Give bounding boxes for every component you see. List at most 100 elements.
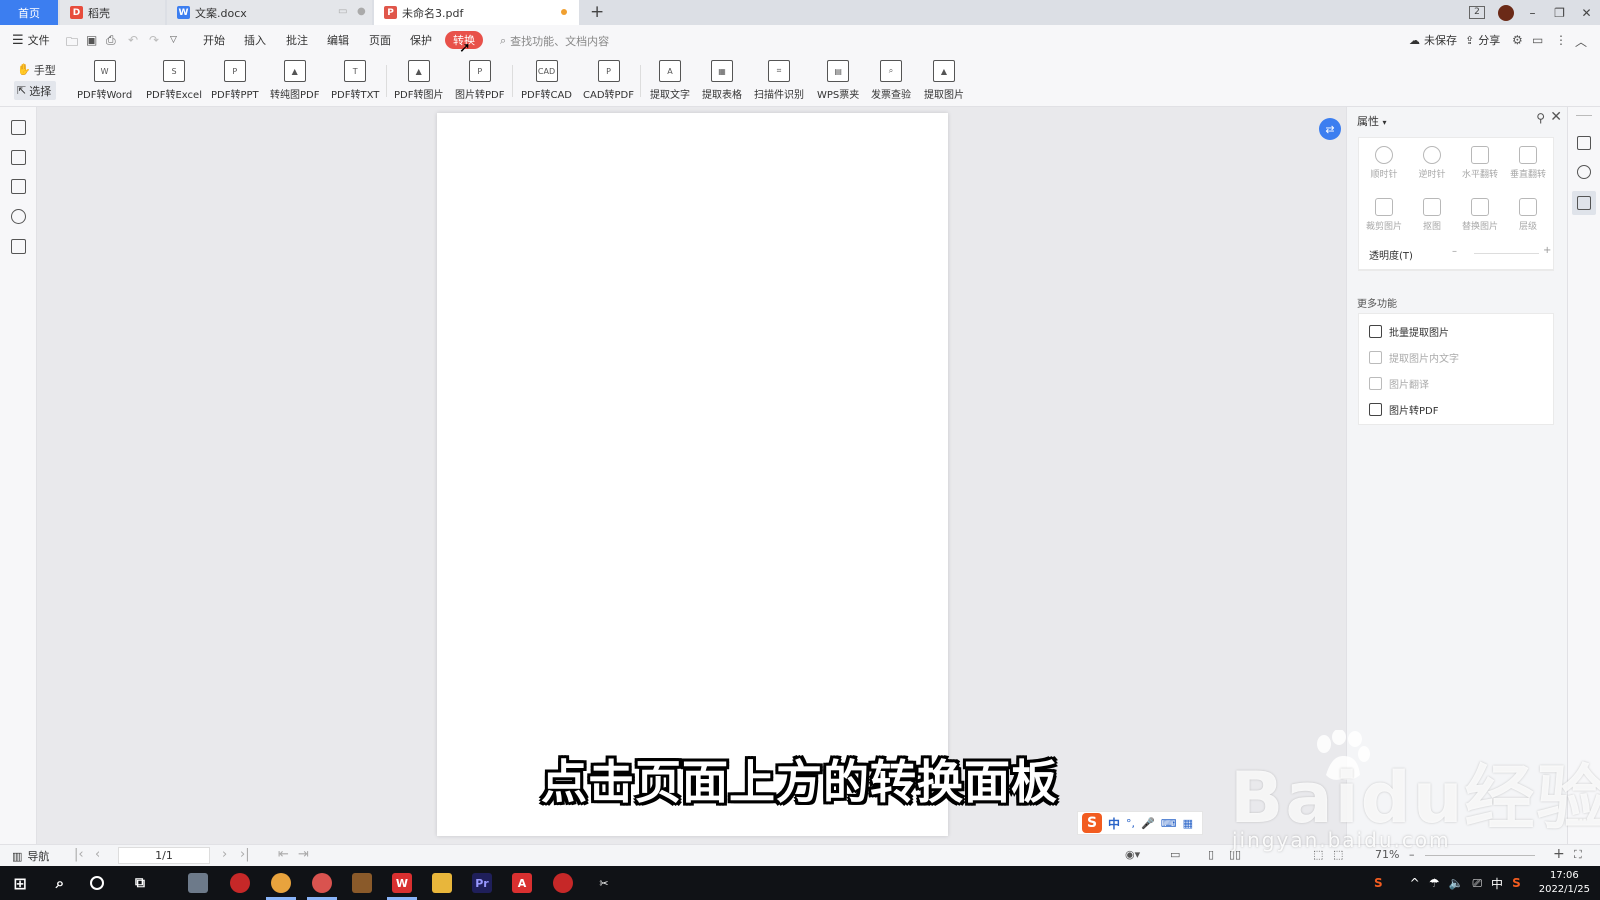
taskbar-app-icon[interactable]	[188, 873, 208, 893]
windows-start-icon[interactable]: ⊞	[10, 873, 30, 893]
menu-protect[interactable]: 保护	[410, 25, 432, 55]
properties-sliders-icon[interactable]	[1577, 196, 1591, 210]
unsaved-button[interactable]: ☁ 未保存	[1409, 25, 1457, 55]
navigation-toggle[interactable]: ▥ 导航	[12, 848, 49, 864]
pin-icon[interactable]: ⚲	[1536, 111, 1545, 125]
tab-preview-icon[interactable]: ▭	[338, 6, 347, 17]
collapse-ribbon-icon[interactable]: ︿	[1575, 33, 1587, 50]
pdf-to-excel-button[interactable]: S PDF转Excel	[146, 58, 202, 104]
pdf-page[interactable]	[437, 113, 948, 836]
tab-pdf-active[interactable]: P 未命名3.pdf	[374, 0, 579, 25]
replace-image-button[interactable]: 替换图片	[1457, 198, 1503, 232]
back-view-icon[interactable]: ⇤	[278, 847, 289, 862]
image-to-pdf-item[interactable]: 图片转PDF	[1369, 402, 1438, 417]
capcut-icon[interactable]: ✂	[594, 873, 614, 893]
menu-edit[interactable]: 编辑	[327, 25, 349, 55]
thumbnail-icon[interactable]	[11, 150, 26, 165]
translate-panel-icon[interactable]	[1577, 136, 1591, 150]
comment-icon[interactable]: ▭	[1532, 33, 1543, 47]
batch-extract-images-item[interactable]: 批量提取图片	[1369, 324, 1449, 339]
image-to-pdf-button[interactable]: P 图片转PDF	[455, 58, 504, 104]
search-input[interactable]: ⌕ 查找功能、文档内容	[500, 33, 609, 49]
tab-close-dot-icon[interactable]: ●	[357, 6, 366, 17]
to-image-pdf-button[interactable]: ▲ 转纯图PDF	[270, 58, 319, 104]
wps-ticket-folder-button[interactable]: ▤ WPS票夹	[817, 58, 859, 104]
properties-title[interactable]: 属性 ▾	[1357, 113, 1387, 129]
first-page-icon[interactable]: |‹	[74, 847, 84, 862]
save-icon[interactable]: ▣	[86, 33, 97, 47]
volume-icon[interactable]: 🔈	[1448, 876, 1463, 890]
tab-daoke[interactable]: D 稻壳	[60, 0, 165, 25]
signature-icon[interactable]	[11, 239, 26, 254]
restore-button[interactable]: ❐	[1546, 6, 1573, 20]
menu-page[interactable]: 页面	[369, 25, 391, 55]
rotate-clockwise-button[interactable]: 顺时针	[1361, 146, 1407, 180]
microphone-icon[interactable]: 🎤	[1141, 817, 1155, 830]
opacity-plus-icon[interactable]: +	[1543, 245, 1551, 256]
settings-gear-icon[interactable]: ⚙	[1512, 33, 1523, 47]
floating-convert-icon[interactable]: ⇄	[1319, 118, 1341, 140]
minimize-button[interactable]: –	[1519, 6, 1546, 20]
forward-view-icon[interactable]: ⇥	[298, 847, 309, 862]
single-page-icon[interactable]: ▭	[1170, 848, 1180, 861]
comment-list-icon[interactable]	[11, 179, 26, 194]
prev-page-icon[interactable]: ‹	[95, 847, 100, 862]
wps-office-icon[interactable]: W	[392, 873, 412, 893]
ime-language[interactable]: 中	[1108, 815, 1120, 832]
screen-recorder-icon[interactable]	[553, 873, 573, 893]
cad-to-pdf-button[interactable]: P CAD转PDF	[583, 58, 634, 104]
pdf-to-image-button[interactable]: ▲ PDF转图片	[394, 58, 443, 104]
acrobat-icon[interactable]: A	[512, 873, 532, 893]
window-count-icon[interactable]: 2	[1469, 6, 1485, 19]
network-icon[interactable]: ⎚	[1472, 876, 1482, 891]
game-app-icon[interactable]	[352, 873, 372, 893]
select-tool-button[interactable]: ⇱ 选择	[14, 81, 56, 100]
close-button[interactable]: ✕	[1573, 6, 1600, 20]
pdf-to-txt-button[interactable]: T PDF转TXT	[331, 58, 379, 104]
print-icon[interactable]: ⎙	[106, 33, 116, 48]
keyboard-icon[interactable]: ⌨	[1161, 817, 1177, 830]
sogou-tray-icon-2[interactable]: S	[1512, 876, 1521, 890]
tray-app-icon[interactable]: ☂	[1429, 876, 1440, 890]
sogou-ime-logo[interactable]: S	[1082, 813, 1102, 833]
chrome-icon[interactable]	[271, 873, 291, 893]
taskbar-search-icon[interactable]: ⌕	[50, 873, 70, 893]
bookmark-icon[interactable]	[11, 120, 26, 135]
crop-image-button[interactable]: 裁剪图片	[1361, 198, 1407, 232]
fullscreen-icon[interactable]: ⛶	[1574, 848, 1582, 862]
more-vertical-icon[interactable]: ⋮	[1555, 33, 1567, 47]
pdf-to-word-button[interactable]: W PDF转Word	[77, 58, 132, 104]
system-clock[interactable]: 17:06 2022/1/25	[1539, 869, 1590, 897]
chrome-alt-icon[interactable]	[312, 873, 332, 893]
cutout-button[interactable]: 抠图	[1409, 198, 1455, 232]
new-tab-button[interactable]: +	[590, 2, 604, 22]
share-button[interactable]: ⇪ 分享	[1465, 25, 1500, 55]
scan-ocr-button[interactable]: ⌗ 扫描件识别	[754, 58, 804, 104]
punctuation-icon[interactable]: °,	[1126, 817, 1135, 830]
extract-text-button[interactable]: A 提取文字	[650, 58, 690, 104]
continuous-view-icon[interactable]: ▯	[1208, 848, 1214, 861]
opacity-slider[interactable]	[1474, 253, 1539, 254]
zoom-slider[interactable]	[1425, 855, 1535, 856]
premiere-pro-icon[interactable]: Pr	[472, 873, 492, 893]
menu-insert[interactable]: 插入	[244, 25, 266, 55]
pdf-to-cad-button[interactable]: CAD PDF转CAD	[521, 58, 572, 104]
pdf-to-ppt-button[interactable]: P PDF转PPT	[211, 58, 259, 104]
opacity-minus-icon[interactable]: –	[1452, 246, 1457, 257]
extract-table-button[interactable]: ▦ 提取表格	[702, 58, 742, 104]
rotate-counterclockwise-button[interactable]: 逆时针	[1409, 146, 1455, 180]
invoice-check-button[interactable]: ⌕ 发票查验	[871, 58, 911, 104]
next-page-icon[interactable]: ›	[222, 847, 227, 862]
help-icon[interactable]	[1577, 165, 1591, 179]
sogou-tray-icon[interactable]: S	[1374, 876, 1383, 890]
flip-vertical-button[interactable]: 垂直翻转	[1505, 146, 1551, 180]
flip-horizontal-button[interactable]: 水平翻转	[1457, 146, 1503, 180]
hand-tool-button[interactable]: ✋ 手型	[14, 60, 56, 79]
ime-menu-icon[interactable]: ▦	[1183, 817, 1193, 830]
redo-icon[interactable]: ↷	[149, 33, 159, 47]
tab-doc[interactable]: W 文案.docx ▭ ●	[167, 0, 372, 25]
tab-home[interactable]: 首页	[0, 0, 58, 25]
file-menu[interactable]: ☰ 文件	[12, 25, 50, 55]
close-panel-icon[interactable]: ✕	[1550, 109, 1562, 125]
page-number-input[interactable]: 1/1	[118, 847, 210, 864]
